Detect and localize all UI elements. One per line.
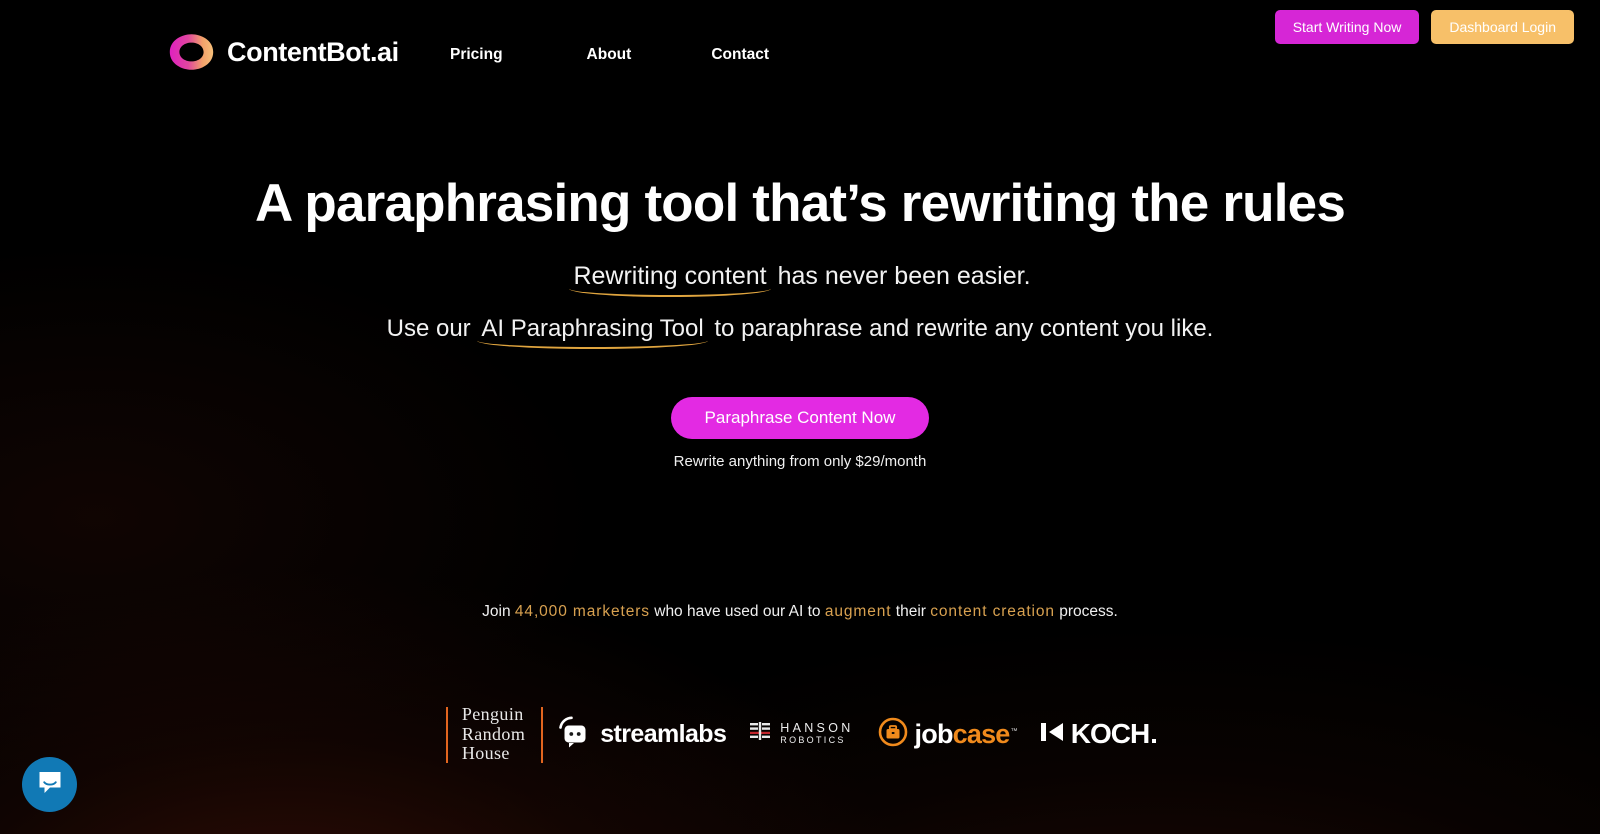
site-header: ContentBot.ai Pricing About Contact Star… (0, 0, 1600, 96)
pricing-note: Rewrite anything from only $29/month (673, 453, 927, 470)
hero-subtitle-2-post: to paraphrase and rewrite any content yo… (707, 315, 1214, 342)
contentbot-logo-icon (168, 32, 215, 72)
hero-highlight-rewriting-content: Rewriting content (569, 262, 771, 297)
landing-page: ContentBot.ai Pricing About Contact Star… (0, 0, 1600, 834)
koch-wordmark: KOCH (1070, 718, 1157, 750)
client-logo-strip: Penguin Random House streamlabs HANSON R… (0, 704, 1600, 764)
social-proof-part-1: Join (482, 603, 515, 620)
brand-name: ContentBot.ai (227, 36, 399, 67)
start-writing-button[interactable]: Start Writing Now (1274, 10, 1420, 44)
koch-bracket-icon (1040, 720, 1065, 749)
social-proof-part-3: their (891, 603, 931, 620)
nav-link-pricing[interactable]: Pricing (450, 46, 503, 64)
logo-jobcase: jobcase™ (878, 717, 1018, 752)
jobcase-job-text: job (914, 718, 954, 749)
paraphrase-content-now-button[interactable]: Paraphrase Content Now (670, 397, 930, 439)
brand-logo-link[interactable]: ContentBot.ai (168, 32, 399, 72)
logo-streamlabs: streamlabs (557, 716, 727, 753)
hero-subtitle-2-pre: Use our (386, 315, 478, 342)
logo-penguin-random-house: Penguin Random House (444, 704, 544, 764)
hanson-robotics-icon (750, 721, 772, 747)
social-proof-part-4: process. (1054, 603, 1118, 620)
chat-bubble-icon (36, 768, 64, 801)
jobcase-briefcase-icon (878, 717, 908, 752)
cta-wrapper: Paraphrase Content Now (0, 397, 1600, 439)
social-proof-part-2: who have used our AI to (649, 603, 825, 620)
intercom-messenger-button[interactable] (22, 757, 77, 812)
jobcase-case-text: case (952, 718, 1011, 749)
page-title: A paraphrasing tool that’s rewriting the… (254, 174, 1346, 233)
social-proof-verb: augment (824, 603, 892, 620)
hanson-line-2: ROBOTICS (780, 735, 846, 746)
nav-link-contact[interactable]: Contact (711, 46, 769, 64)
hero-subtitle-1-rest: has never been easier. (770, 262, 1031, 290)
dashboard-login-button[interactable]: Dashboard Login (1431, 10, 1574, 44)
nav-link-about[interactable]: About (587, 46, 632, 64)
header-actions: Start Writing Now Dashboard Login (1274, 10, 1574, 44)
logo-hanson-robotics: HANSON ROBOTICS (750, 721, 853, 747)
hanson-robotics-wordmark: HANSON ROBOTICS (780, 722, 853, 746)
streamlabs-wordmark: streamlabs (600, 719, 727, 748)
hanson-line-1: HANSON (780, 721, 854, 736)
penguin-random-house-wordmark: Penguin Random House (461, 704, 526, 763)
hero-highlight-ai-paraphrasing-tool: AI Paraphrasing Tool (477, 315, 709, 349)
hero-subtitle-line-2: Use our AI Paraphrasing Tool to paraphra… (0, 315, 1600, 349)
logo-koch: KOCH (1040, 718, 1157, 750)
koch-name: KOCH (1070, 718, 1150, 750)
main-nav: Pricing About Contact (450, 46, 769, 64)
social-proof-marketer-count: 44,000 marketers (514, 603, 650, 620)
hero-subtitle-line-1: Rewriting content has never been easier. (0, 262, 1600, 297)
jobcase-trademark: ™ (1010, 727, 1018, 735)
koch-dot-mark (1152, 739, 1157, 744)
streamlabs-icon (557, 716, 591, 753)
jobcase-wordmark: jobcase™ (914, 718, 1018, 750)
social-proof-text: Join 44,000 marketers who have used our … (0, 603, 1600, 621)
social-proof-topic: content creation (930, 603, 1055, 620)
